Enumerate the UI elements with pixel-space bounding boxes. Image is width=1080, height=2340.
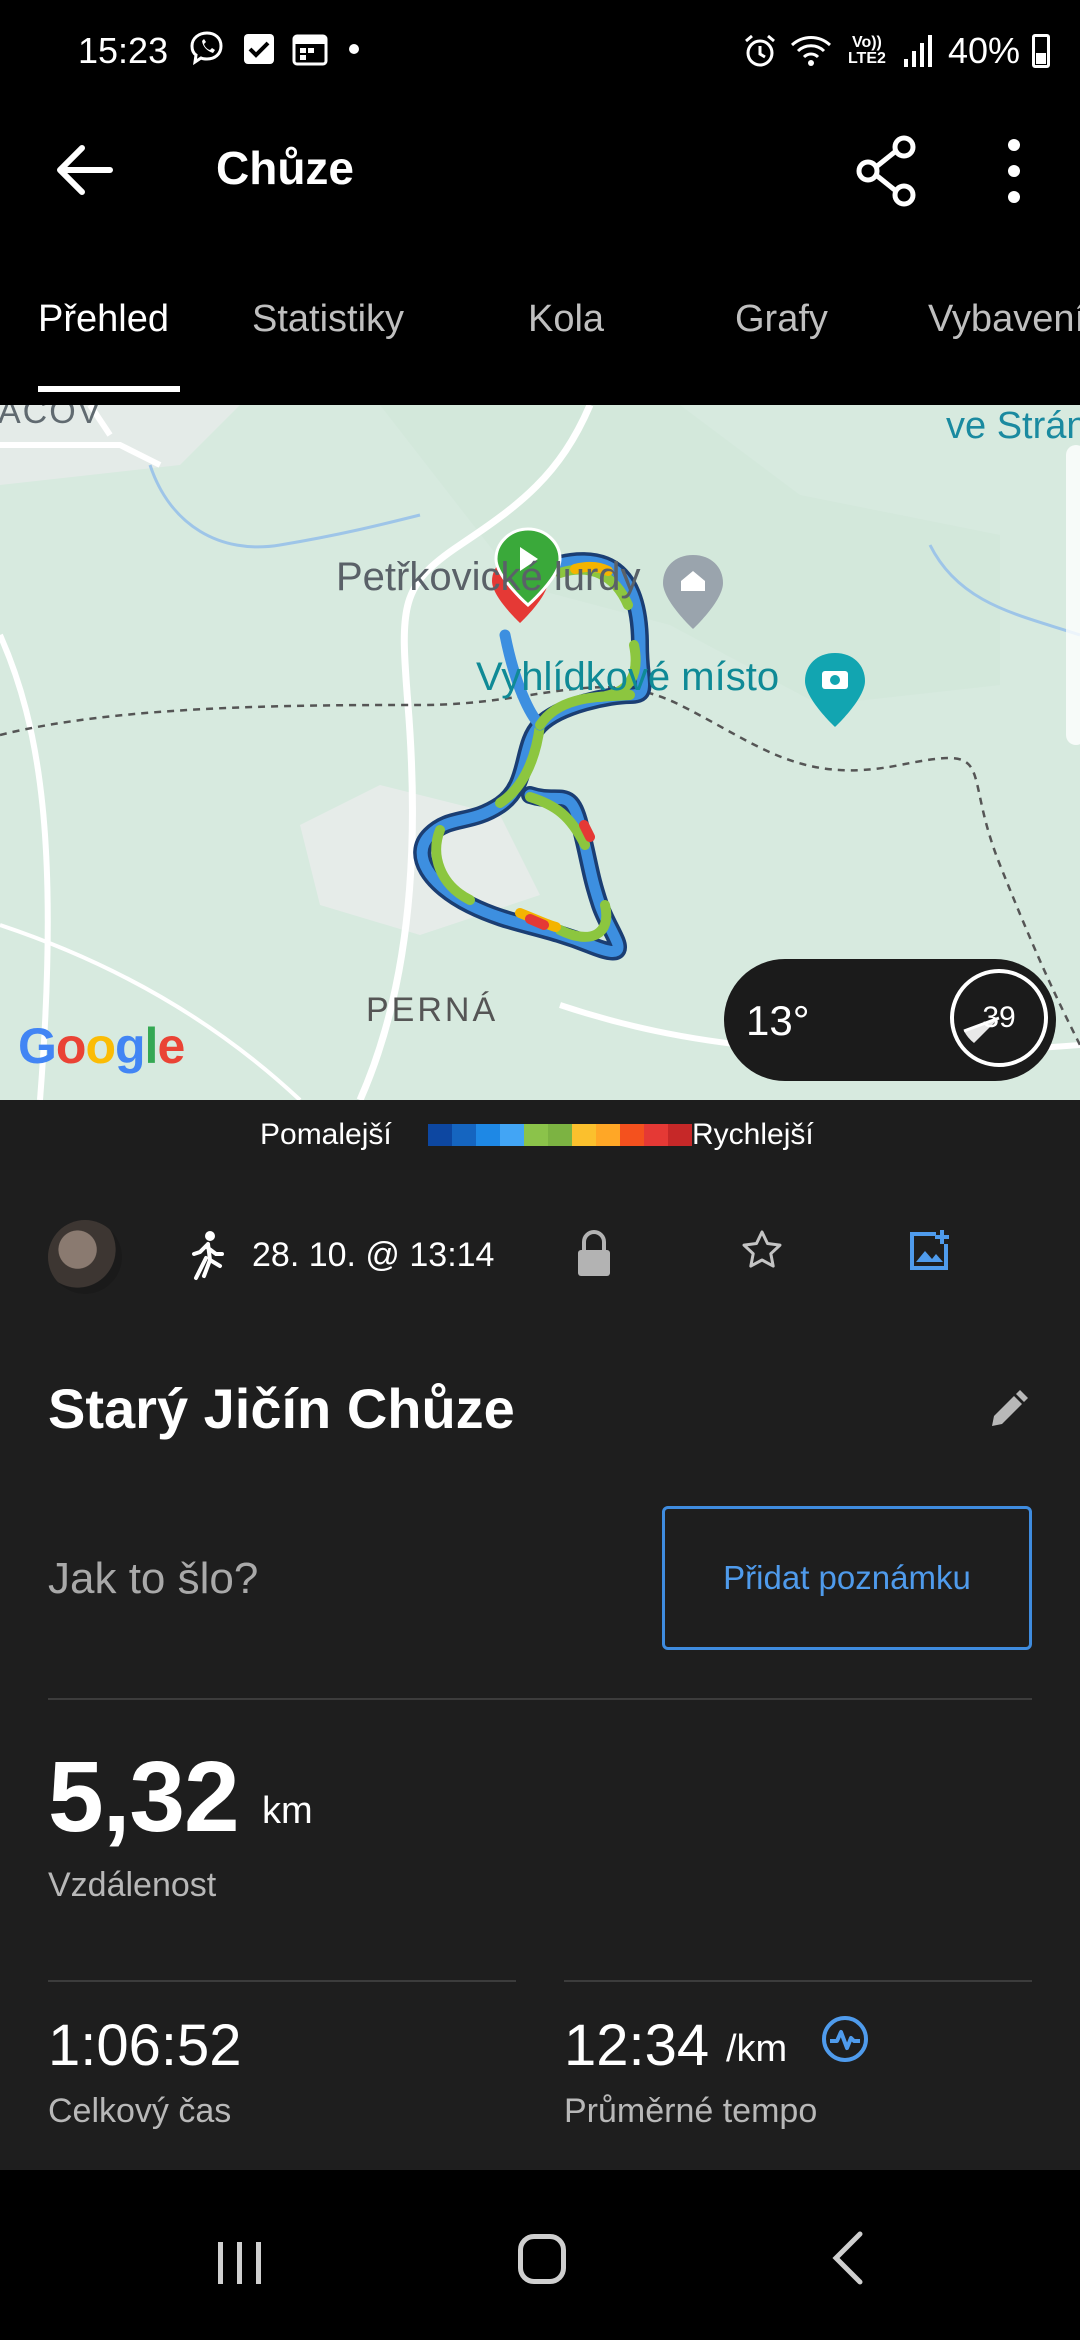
tab-overview[interactable]: Přehled: [38, 298, 169, 341]
tab-gear[interactable]: Vybavení: [928, 298, 1080, 341]
pace-color-scale: [428, 1124, 692, 1146]
lock-icon[interactable]: [576, 1228, 612, 1280]
legend-swatch: [572, 1124, 596, 1146]
star-icon[interactable]: [740, 1228, 784, 1272]
legend-swatch: [428, 1124, 452, 1146]
page-title: Chůze: [216, 142, 354, 194]
legend-swatch: [452, 1124, 476, 1146]
map-label-ve-strani: ve Strání: [946, 405, 1080, 447]
activity-title: Starý Jičín Chůze: [48, 1377, 515, 1440]
legend-swatch: [476, 1124, 500, 1146]
map-label-acov: ACOV: [0, 405, 103, 431]
google-logo: Google: [18, 1018, 185, 1074]
divider: [564, 1980, 1032, 1982]
legend-swatch: [596, 1124, 620, 1146]
route-map[interactable]: ACOV ve Strání Petřkovické lurdy Vyhlídk…: [0, 405, 1080, 1100]
divider: [48, 1980, 516, 1982]
legend-swatch: [668, 1124, 692, 1146]
legend-swatch: [644, 1124, 668, 1146]
total-time-label: Celkový čas: [48, 2092, 232, 2130]
legend-slow-label: Pomalejší: [260, 1118, 392, 1151]
activity-date: 28. 10. @ 13:14: [252, 1236, 495, 1274]
avg-pace-value: 12:34: [564, 2013, 710, 2078]
share-icon[interactable]: [852, 131, 922, 211]
system-nav-bar: [0, 2170, 1080, 2340]
battery-icon: [1032, 34, 1050, 68]
more-options-icon[interactable]: [994, 131, 1034, 211]
battery-percent: 40%: [947, 30, 1020, 71]
tab-laps[interactable]: Kola: [528, 298, 604, 341]
avg-pace-unit: /km: [726, 2028, 788, 2070]
weather-chip[interactable]: 13° 39: [724, 959, 1056, 1081]
legend-swatch: [500, 1124, 524, 1146]
add-photo-icon[interactable]: [908, 1226, 954, 1272]
edit-icon[interactable]: [986, 1388, 1030, 1432]
map-label-petrkovicke-lurdy: Petřkovické lurdy: [336, 555, 641, 599]
add-note-button[interactable]: Přidat poznámku: [662, 1506, 1032, 1650]
map-label-perna: PERNÁ: [366, 991, 499, 1029]
status-system-icons: Vo)) LTE2 40%: [742, 30, 1050, 72]
recent-apps-icon[interactable]: [216, 2242, 264, 2284]
checkbox-icon: [244, 34, 274, 64]
legend-swatch: [524, 1124, 548, 1146]
system-back-icon[interactable]: [828, 2230, 868, 2286]
walking-icon: [192, 1231, 224, 1280]
avatar[interactable]: [48, 1220, 122, 1294]
legend-swatch: [620, 1124, 644, 1146]
tab-statistics[interactable]: Statistiky: [252, 298, 404, 341]
pace-legend: Pomalejší Rychlejší: [0, 1100, 1080, 1170]
status-bar: 15:23 Vo)) LTE2 40%: [0, 0, 1080, 105]
divider: [48, 1698, 1032, 1700]
back-arrow-icon[interactable]: [48, 135, 118, 205]
lte-indicator: Vo)) LTE2: [847, 34, 886, 67]
distance-value: 5,32: [48, 1741, 240, 1853]
alarm-icon: [744, 34, 775, 67]
weather-temperature: 13°: [746, 997, 810, 1044]
distance-label: Vzdálenost: [48, 1866, 217, 1904]
active-tab-indicator: [38, 386, 180, 392]
activity-details: 28. 10. @ 13:14 Starý Jičín Chůze Jak to…: [0, 1170, 1080, 2182]
wind-speed-dial: 39: [950, 969, 1048, 1067]
wind-speed-value: 39: [982, 1001, 1016, 1034]
status-notification-icons: [188, 30, 364, 68]
avg-pace-label: Průměrné tempo: [564, 2092, 818, 2130]
note-prompt: Jak to šlo?: [48, 1554, 259, 1603]
wifi-icon: [790, 36, 831, 66]
total-time-value: 1:06:52: [48, 2013, 242, 2078]
status-time: 15:23: [78, 30, 169, 71]
map-label-vyhlidkove-misto: Vyhlídkové místo: [476, 655, 780, 699]
legend-swatch: [548, 1124, 572, 1146]
home-icon[interactable]: [518, 2234, 566, 2284]
pace-chart-icon[interactable]: [820, 2014, 870, 2064]
tab-bar: Přehled Statistiky Kola Grafy Vybavení: [0, 280, 1080, 392]
tab-charts[interactable]: Grafy: [735, 298, 828, 341]
dot-icon: [349, 44, 359, 54]
app-bar: Chůze: [0, 105, 1080, 230]
signal-icon: [903, 35, 932, 67]
legend-fast-label: Rychlejší: [692, 1118, 814, 1151]
distance-unit: km: [262, 1790, 313, 1832]
calendar-icon: [292, 34, 328, 66]
viber-icon: [190, 31, 223, 66]
